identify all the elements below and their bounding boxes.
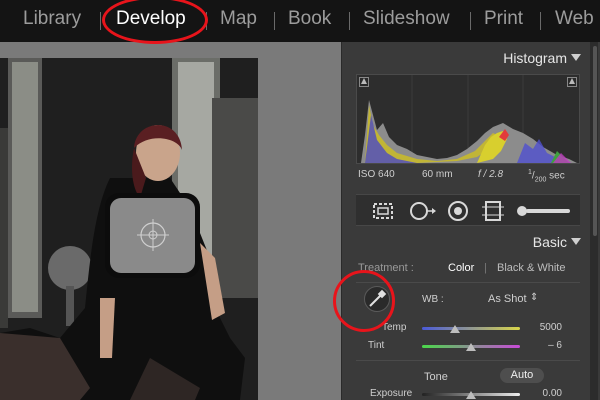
shutter-numerator: 1 <box>528 169 532 176</box>
shutter-speed: 1/200 sec <box>528 169 565 184</box>
photo-canvas[interactable] <box>0 42 341 400</box>
wb-dropdown[interactable]: As Shot <box>488 293 527 305</box>
module-picker: Library Develop Map Book Slideshow Print… <box>0 0 600 42</box>
shutter-denominator: 200 <box>534 176 547 184</box>
crop-overlay-icon[interactable] <box>370 199 396 223</box>
develop-right-panel: Histogram ISO 640 60 mm f / 2.8 1/200 se… <box>341 42 600 400</box>
grey-card <box>105 193 200 278</box>
treatment-color-option[interactable]: Color <box>448 262 474 274</box>
module-separator <box>100 12 101 30</box>
tool-strip <box>356 194 580 226</box>
histogram-title: Histogram <box>503 50 567 66</box>
iso-value: ISO 640 <box>358 169 395 180</box>
focal-length-value: 60 mm <box>422 169 453 180</box>
basic-title: Basic <box>532 234 567 250</box>
wb-label: WB : <box>422 294 444 305</box>
graduated-filter-icon[interactable] <box>480 199 506 223</box>
spot-removal-icon[interactable] <box>408 199 438 223</box>
module-print[interactable]: Print <box>484 8 523 30</box>
photo-image <box>0 58 258 400</box>
temp-value[interactable]: 5000 <box>522 322 562 333</box>
module-slideshow[interactable]: Slideshow <box>363 8 450 30</box>
temp-slider-knob[interactable] <box>450 325 460 333</box>
wb-dropdown-chevron-icon[interactable]: ⇕ <box>530 292 538 303</box>
histogram-graph[interactable] <box>356 74 580 164</box>
section-divider <box>356 360 580 361</box>
module-separator <box>470 12 471 30</box>
histogram-curves <box>361 75 577 163</box>
auto-tone-button[interactable]: Auto <box>500 368 544 383</box>
shutter-unit: sec <box>549 170 565 182</box>
tint-slider-knob[interactable] <box>466 343 476 351</box>
exposure-label: Exposure <box>370 388 413 399</box>
basic-header[interactable]: Basic <box>342 230 587 252</box>
module-book[interactable]: Book <box>288 8 331 30</box>
tint-label: Tint <box>368 340 385 351</box>
module-separator <box>349 12 350 30</box>
module-separator <box>540 12 541 30</box>
exposure-slider-knob[interactable] <box>466 391 476 399</box>
histogram-header[interactable]: Histogram <box>342 46 587 68</box>
module-library[interactable]: Library <box>23 8 81 30</box>
module-map[interactable]: Map <box>220 8 257 30</box>
treatment-separator: | <box>484 262 487 274</box>
module-web[interactable]: Web <box>555 8 594 30</box>
temp-label: Temp <box>382 322 407 333</box>
panel-scrollbar-thumb[interactable] <box>593 46 597 236</box>
exposure-value[interactable]: 0.00 <box>522 388 562 399</box>
module-separator <box>274 12 275 30</box>
collapse-triangle-icon[interactable] <box>571 54 581 61</box>
red-eye-icon[interactable] <box>446 199 470 223</box>
aperture-value: f / 2.8 <box>478 169 504 180</box>
photo-preview[interactable] <box>0 58 258 400</box>
temp-slider-track[interactable] <box>422 327 520 330</box>
tint-value[interactable]: – 6 <box>522 340 562 351</box>
treatment-bw-option[interactable]: Black & White <box>497 262 565 274</box>
wb-selector-highlight-ring <box>333 270 395 332</box>
adjustment-brush-icon[interactable] <box>514 199 574 223</box>
collapse-triangle-icon[interactable] <box>571 238 581 245</box>
tone-label: Tone <box>424 371 448 383</box>
